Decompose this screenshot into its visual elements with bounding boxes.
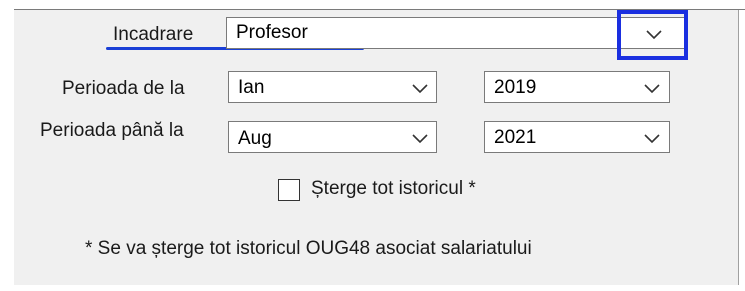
perioada-de-la-month-value: Ian	[238, 77, 265, 98]
chevron-down-icon	[412, 134, 428, 144]
perioada-pana-la-year-dropdown[interactable]: 2021	[484, 121, 670, 153]
perioada-de-la-month-dropdown[interactable]: Ian	[228, 71, 437, 103]
perioada-de-la-label: Perioada de la	[62, 78, 185, 99]
dialog: Incadrare Profesor Perioada de la Ian 20…	[0, 0, 745, 291]
incadrare-value: Profesor	[236, 22, 308, 43]
perioada-pana-la-year-value: 2021	[494, 127, 537, 148]
incadrare-label: Incadrare	[113, 24, 194, 45]
perioada-de-la-year-value: 2019	[494, 77, 537, 98]
sterge-istoric-checkbox[interactable]	[278, 179, 300, 201]
panel-right-border	[738, 10, 739, 285]
perioada-pana-la-label: Perioada până la	[40, 120, 184, 141]
chevron-down-icon[interactable]	[645, 28, 663, 40]
perioada-pana-la-month-value: Aug	[238, 128, 272, 149]
perioada-de-la-year-dropdown[interactable]: 2019	[484, 71, 670, 103]
chevron-down-icon	[412, 84, 428, 94]
chevron-down-icon	[644, 84, 660, 94]
sterge-istoric-label[interactable]: Șterge tot istoricul *	[311, 178, 476, 200]
footnote-text: * Se va șterge tot istoricul OUG48 asoci…	[85, 238, 532, 259]
chevron-down-icon	[644, 134, 660, 144]
perioada-pana-la-month-dropdown[interactable]: Aug	[228, 121, 437, 153]
